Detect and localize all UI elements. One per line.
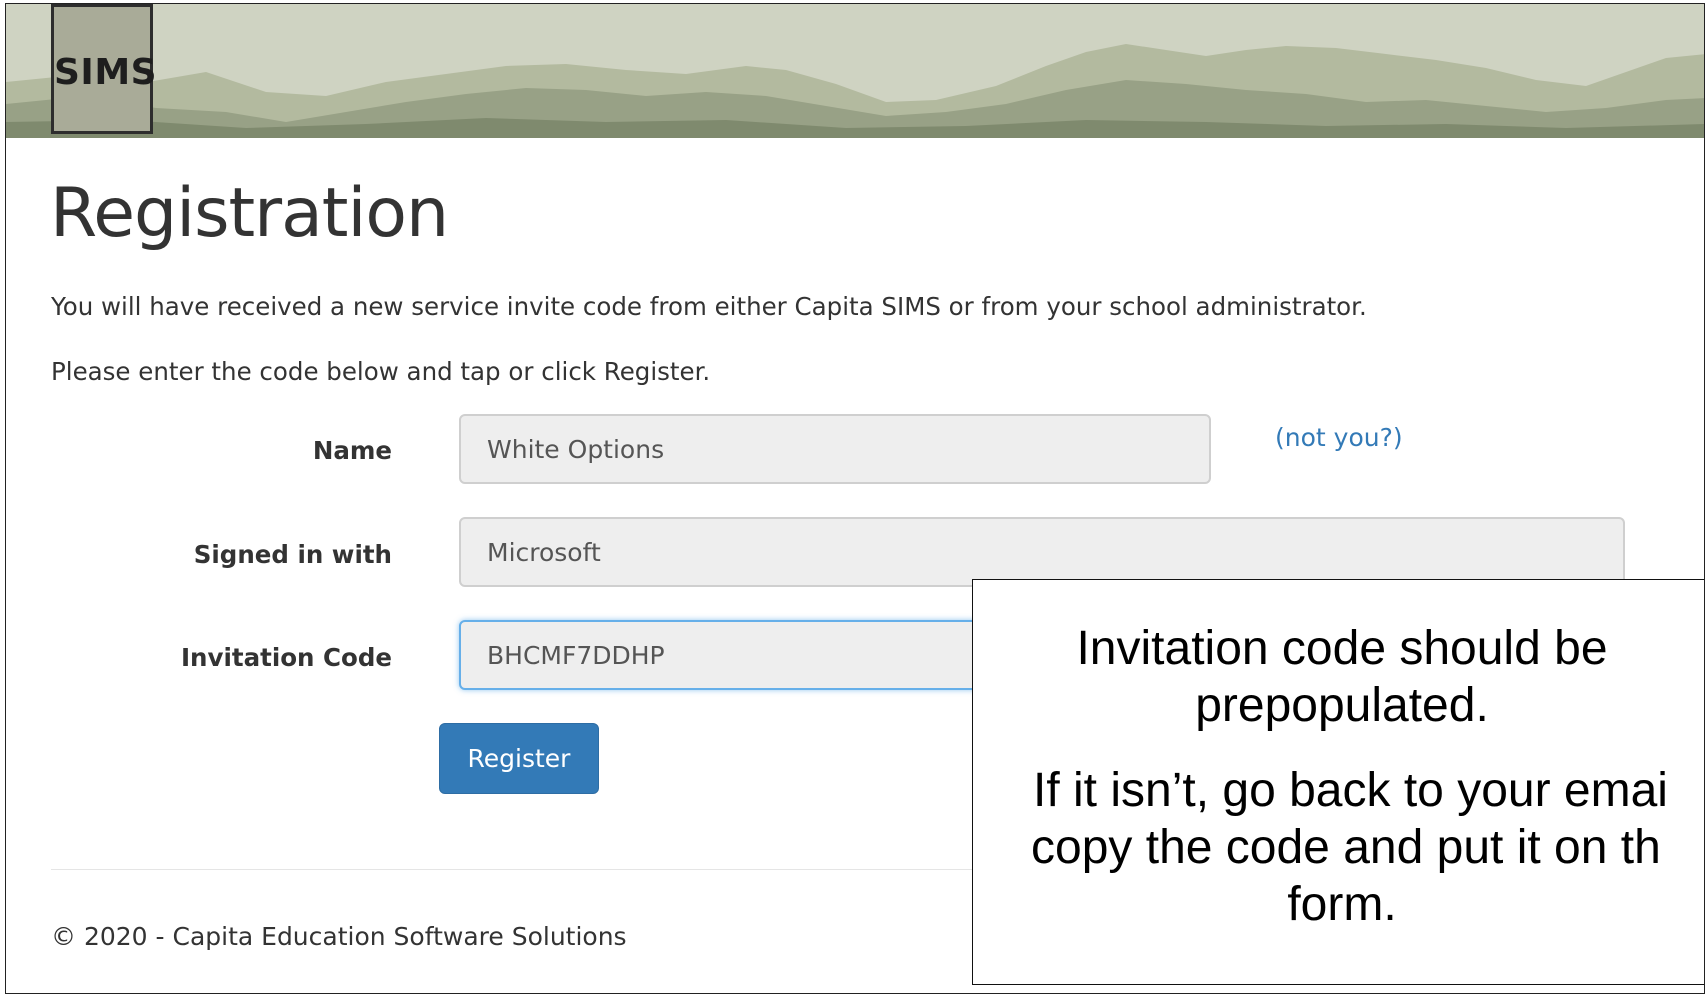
callout-text-line: prepopulated. [1195, 679, 1489, 732]
sims-logo[interactable]: SIMS [51, 4, 158, 134]
invitation-code-label: Invitation Code [180, 643, 392, 672]
name-label: Name [312, 436, 392, 465]
logo-text: SIMS [54, 52, 158, 93]
intro-text-invite: You will have received a new service inv… [51, 292, 1367, 321]
signed-in-with-label: Signed in with [193, 540, 392, 569]
not-you-link[interactable]: (not you?) [1275, 423, 1403, 452]
instruction-callout-box: Invitation code should be prepopulated. … [972, 579, 1704, 985]
signed-in-with-field[interactable] [459, 517, 1625, 587]
callout-text-line: form. [1287, 878, 1397, 931]
name-field[interactable] [459, 414, 1211, 484]
mountain-landscape-image [6, 44, 1704, 138]
header-banner: SIMS [6, 4, 1704, 138]
callout-text-line: copy the code and put it on th [1031, 821, 1661, 874]
callout-text-line: If it isn’t, go back to your emai [1033, 764, 1668, 817]
page-title: Registration [50, 174, 449, 253]
callout-text-line: Invitation code should be [1076, 622, 1608, 675]
intro-text-instructions: Please enter the code below and tap or c… [51, 357, 711, 386]
register-button[interactable]: Register [439, 723, 599, 794]
app-window: SIMS Registration You will have received… [5, 3, 1705, 994]
footer-copyright: © 2020 - Capita Education Software Solut… [51, 922, 627, 951]
